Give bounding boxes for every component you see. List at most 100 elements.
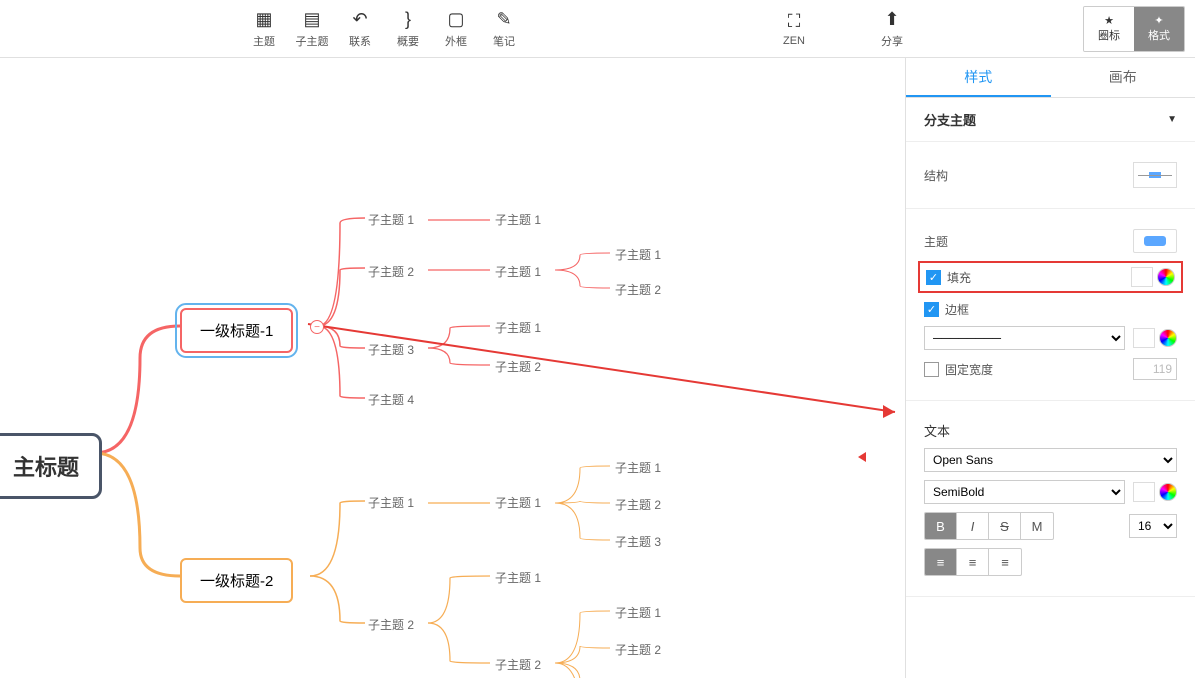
section-structure: 结构 — [906, 142, 1195, 209]
zen-label: ZEN — [783, 35, 805, 47]
tab-style[interactable]: 样式 — [906, 58, 1051, 97]
boundary-icon: ▢ — [445, 9, 467, 31]
leaf-node[interactable]: 子主题 3 — [368, 341, 414, 358]
leaf-node[interactable]: 子主题 4 — [368, 391, 414, 408]
tab-canvas[interactable]: 画布 — [1051, 58, 1195, 97]
subtopic-button[interactable]: ▤ 子主题 — [288, 4, 336, 54]
brush-icon: ✦ — [1154, 14, 1163, 27]
fixed-width-label: 固定宽度 — [945, 361, 1133, 378]
structure-picker[interactable] — [1133, 162, 1177, 188]
color-wheel-icon — [1159, 483, 1177, 501]
main-toolbar: ▦ 主题 ▤ 子主题 ↶ 联系 } 概要 ▢ 外框 ✎笔记 ⛶ZEN ⬆ 分享 ★圈标 ✦格… — [0, 0, 1195, 58]
font-family-select[interactable]: Open Sans — [924, 448, 1177, 472]
topic-button[interactable]: ▦ 主题 — [240, 4, 288, 54]
strike-button[interactable]: S — [989, 513, 1021, 539]
summary-label: 概要 — [397, 33, 419, 49]
panel-tabs: 样式 画布 — [906, 58, 1195, 98]
fixed-width-input[interactable] — [1133, 358, 1177, 380]
leaf-node[interactable]: 子主题 2 — [615, 281, 661, 298]
color-wheel-icon — [1159, 329, 1177, 347]
mark-button[interactable]: M — [1021, 513, 1053, 539]
topic-icon: ▦ — [253, 9, 275, 31]
leaf-node[interactable]: 子主题 1 — [495, 569, 541, 586]
leaf-node[interactable]: 子主题 2 — [495, 358, 541, 375]
branch-node-1[interactable]: 一级标题-1 — [180, 308, 293, 353]
relation-label: 联系 — [349, 33, 371, 49]
subtopic-icon: ▤ — [301, 9, 323, 31]
summary-icon: } — [397, 9, 419, 31]
leaf-node[interactable]: 子主题 1 — [495, 263, 541, 280]
text-color-picker[interactable] — [1133, 482, 1177, 502]
format-toggle[interactable]: ✦格式 — [1134, 7, 1184, 51]
leaf-node[interactable]: 子主题 1 — [495, 494, 541, 511]
markers-label: 圈标 — [1098, 27, 1120, 43]
border-checkbox[interactable]: ✓ — [924, 302, 939, 317]
toolbar-edit-group: ▦ 主题 ▤ 子主题 ↶ 联系 } 概要 ▢ 外框 ✎笔记 — [240, 4, 528, 54]
section-topic: 主题 ✓ 填充 ✓ 边框 ──────── 固定宽度 — [906, 209, 1195, 401]
align-right-button[interactable]: ≡ — [989, 549, 1021, 575]
fill-checkbox[interactable]: ✓ — [926, 270, 941, 285]
zen-button[interactable]: ⛶ZEN — [770, 4, 818, 54]
markers-toggle[interactable]: ★圈标 — [1084, 7, 1134, 51]
font-weight-select[interactable]: SemiBold — [924, 480, 1125, 504]
structure-label: 结构 — [924, 167, 1133, 184]
branch-title: 分支主题 — [924, 110, 976, 129]
text-label: 文本 — [924, 421, 1177, 440]
chevron-down-icon[interactable]: ▼ — [1167, 114, 1177, 125]
leaf-node[interactable]: 子主题 2 — [495, 656, 541, 673]
leaf-node[interactable]: 子主题 2 — [368, 263, 414, 280]
leaf-node[interactable]: 子主题 1 — [368, 494, 414, 511]
subtopic-label: 子主题 — [296, 33, 329, 49]
mindmap-canvas[interactable]: 主标题 一级标题-1 − 一级标题-2 子主题 1 子主题 2 子主题 3 子主… — [0, 58, 905, 678]
fixed-width-checkbox[interactable] — [924, 362, 939, 377]
leaf-node[interactable]: 子主题 2 — [615, 641, 661, 658]
format-panel: 样式 画布 分支主题 ▼ 结构 主题 ✓ 填充 ✓ 边框 — [905, 58, 1195, 678]
bold-button[interactable]: B — [925, 513, 957, 539]
summary-button[interactable]: } 概要 — [384, 4, 432, 54]
boundary-button[interactable]: ▢ 外框 — [432, 4, 480, 54]
collapse-toggle[interactable]: − — [310, 320, 324, 334]
italic-button[interactable]: I — [957, 513, 989, 539]
connection-lines — [0, 58, 905, 678]
relation-icon: ↶ — [349, 9, 371, 31]
leaf-node[interactable]: 子主题 3 — [615, 533, 661, 550]
leaf-node[interactable]: 子主题 1 — [368, 211, 414, 228]
align-group: ≡ ≡ ≡ — [924, 548, 1022, 576]
leaf-node[interactable]: 子主题 2 — [368, 616, 414, 633]
root-node[interactable]: 主标题 — [0, 433, 102, 499]
leaf-node[interactable]: 子主题 1 — [615, 246, 661, 263]
border-color-picker[interactable] — [1133, 328, 1177, 348]
topic-shape-picker[interactable] — [1133, 229, 1177, 253]
text-style-group: B I S M — [924, 512, 1054, 540]
share-button[interactable]: ⬆ 分享 — [868, 4, 916, 54]
star-icon: ★ — [1104, 14, 1114, 27]
leaf-node[interactable]: 子主题 1 — [495, 319, 541, 336]
leaf-node[interactable]: 子主题 1 — [615, 459, 661, 476]
fill-row-highlight: ✓ 填充 — [918, 261, 1183, 293]
panel-toggle: ★圈标 ✦格式 — [1083, 6, 1185, 52]
border-label: 边框 — [945, 301, 1177, 318]
toolbar-view-group: ⛶ZEN ⬆ 分享 — [770, 4, 916, 54]
share-label: 分享 — [881, 33, 903, 49]
border-style-select[interactable]: ──────── — [924, 326, 1125, 350]
section-text: 文本 Open Sans SemiBold B I S M 16 ≡ ≡ ≡ — [906, 401, 1195, 597]
relation-button[interactable]: ↶ 联系 — [336, 4, 384, 54]
align-center-button[interactable]: ≡ — [957, 549, 989, 575]
notes-icon: ✎ — [493, 9, 515, 31]
branch-node-2[interactable]: 一级标题-2 — [180, 558, 293, 603]
align-left-button[interactable]: ≡ — [925, 549, 957, 575]
share-icon: ⬆ — [881, 9, 903, 31]
notes-button[interactable]: ✎笔记 — [480, 4, 528, 54]
fill-color-picker[interactable] — [1131, 267, 1175, 287]
fill-label: 填充 — [947, 269, 1131, 286]
section-branch: 分支主题 ▼ — [906, 98, 1195, 142]
topic-label: 主题 — [253, 33, 275, 49]
pointer-icon — [858, 452, 866, 462]
leaf-node[interactable]: 子主题 2 — [615, 496, 661, 513]
topic-label: 主题 — [924, 233, 1133, 250]
color-wheel-icon — [1157, 268, 1175, 286]
leaf-node[interactable]: 子主题 1 — [615, 604, 661, 621]
leaf-node[interactable]: 子主题 1 — [495, 211, 541, 228]
font-size-select[interactable]: 16 — [1129, 514, 1177, 538]
boundary-label: 外框 — [445, 33, 467, 49]
